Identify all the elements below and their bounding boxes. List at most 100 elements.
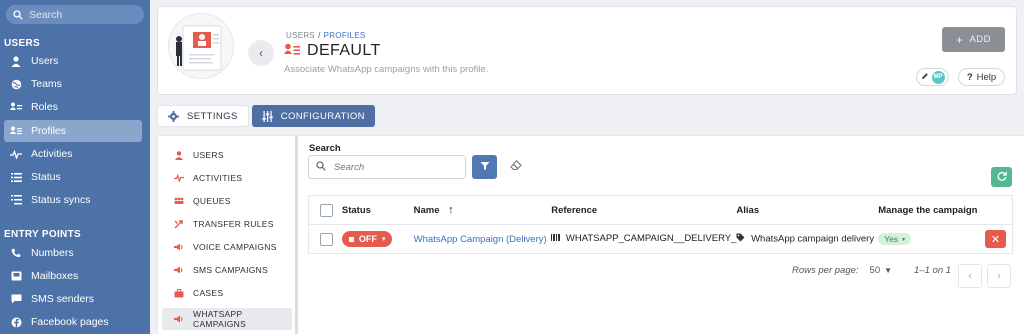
facebook-icon [10,316,22,328]
manage-cell: Yes ▾ [878,225,985,254]
whatsapp-campaign-icon [174,315,184,323]
subnav-item-transfer-rules[interactable]: TRANSFER RULES [162,213,292,235]
back-button[interactable]: ‹ [248,40,274,66]
stop-square-icon [348,236,354,242]
roles-icon [10,101,22,113]
column-manage-campaign[interactable]: Manage the campaign [878,195,985,225]
sidebar-item-users[interactable]: Users [4,50,142,72]
sidebar-item-label: Profiles [31,125,67,137]
table-row: OFF ▾ WhatsApp Campaign (Delivery) WHATS… [309,225,1013,254]
sidebar-item-label: Teams [31,78,62,90]
person-icon [174,150,184,160]
add-button[interactable]: + ADD [942,27,1005,52]
subnav-item-label: USERS [193,150,224,160]
chevron-down-icon: ▾ [381,236,386,243]
subnav-item-queues[interactable]: QUEUES [162,190,292,212]
activity-pulse-icon [174,174,184,182]
breadcrumb: USERS / PROFILES [286,31,366,40]
pencil-icon [921,71,929,83]
sidebar-item-mailboxes[interactable]: Mailboxes [4,265,142,287]
sidebar-item-label: Facebook pages [31,316,109,328]
help-button[interactable]: ? Help [958,68,1005,86]
subnav-item-users[interactable]: USERS [162,144,292,166]
sidebar-search[interactable]: Search [6,5,144,24]
tab-configuration[interactable]: CONFIGURATION [251,105,375,127]
sidebar-item-teams[interactable]: Teams [4,73,142,95]
sidebar-item-facebook-pages[interactable]: Facebook pages [4,311,142,333]
column-reference[interactable]: Reference [551,195,737,225]
manage-campaign-value: Yes [884,234,899,244]
rows-per-page-select[interactable]: 50 ▼ [870,265,893,276]
profile-card-icon [284,43,300,59]
search-input[interactable] [334,161,454,173]
tab-settings[interactable]: SETTINGS [157,105,249,127]
search-field[interactable] [308,155,466,179]
manage-campaign-dropdown[interactable]: Yes ▾ [878,233,912,245]
sidebar-item-label: Numbers [31,247,74,259]
sidebar-item-activities[interactable]: Activities [4,143,142,165]
subnav-item-label: CASES [193,288,224,298]
rows-per-page-label: Rows per page: [792,265,859,276]
section-users-heading: USERS [4,38,40,49]
previous-page-button[interactable]: ‹ [958,264,982,288]
subnav-item-sms-campaigns[interactable]: SMS CAMPAIGNS [162,259,292,281]
pagination: Rows per page: 50 ▼ 1–1 on 1 [792,265,951,276]
breadcrumb-users-link[interactable]: USERS [286,31,315,40]
sidebar-item-status[interactable]: Status [4,166,142,188]
search-label: Search [309,143,341,154]
sidebar-item-numbers[interactable]: Numbers [4,242,142,264]
sidebar-item-roles[interactable]: Roles [4,96,142,118]
gear-icon [168,110,179,122]
refresh-button[interactable] [991,167,1012,187]
configuration-panel: USERS ACTIVITIES QUEUES TRANSFER RULES V… [157,135,1024,334]
sidebar-item-label: Status [31,171,61,183]
campaigns-table: Status Name ↑ Reference Alias Manage the… [308,195,1013,254]
table-header-row: Status Name ↑ Reference Alias Manage the… [308,195,1013,225]
campaign-name-link[interactable]: WhatsApp Campaign (Delivery) [414,234,547,245]
chevron-right-icon: › [997,270,1001,282]
rows-per-page-value: 50 [869,265,881,276]
activity-pulse-icon [10,148,22,160]
page-title: DEFAULT [307,42,381,59]
filter-button[interactable] [472,155,497,179]
breadcrumb-profiles-link[interactable]: PROFILES [324,31,366,40]
queues-icon [174,197,184,205]
sidebar-item-label: Users [31,55,59,67]
transfer-icon [174,219,184,229]
subnav-item-voice-campaigns[interactable]: VOICE CAMPAIGNS [162,236,292,258]
reference-value: WHATSAPP_CAMPAIGN__DELIVERY_ [565,233,737,245]
sidebar-item-status-syncs[interactable]: Status syncs [4,189,142,211]
sidebar-item-sms-senders[interactable]: SMS senders [4,288,142,310]
sidebar-item-label: Mailboxes [31,270,79,282]
sidebar-search-placeholder: Search [29,8,63,21]
search-icon [316,160,326,174]
barcode-icon [551,233,561,244]
search-icon [13,9,23,20]
reference-cell: WHATSAPP_CAMPAIGN__DELIVERY_ [551,225,736,254]
column-name[interactable]: Name ↑ [413,195,552,225]
tab-settings-label: SETTINGS [187,110,238,122]
column-alias[interactable]: Alias [736,195,879,225]
mailbox-icon [10,270,22,282]
remove-row-button[interactable]: ✕ [985,230,1006,248]
chevron-down-icon: ▾ [902,236,906,243]
name-cell: WhatsApp Campaign (Delivery) [414,225,552,254]
question-icon: ? [966,71,973,83]
clear-filters-button[interactable] [509,159,523,174]
subnav-item-activities[interactable]: ACTIVITIES [162,167,292,189]
edit-assignee-chip[interactable]: MP [916,68,949,86]
profile-illustration [168,13,234,79]
close-icon: ✕ [990,233,1001,246]
next-page-button[interactable]: › [987,264,1011,288]
status-toggle-dropdown[interactable]: OFF ▾ [341,231,393,247]
sidebar-item-profiles[interactable]: Profiles [4,120,142,142]
row-checkbox[interactable] [320,232,333,246]
select-all-checkbox[interactable] [320,203,333,217]
subnav-item-label: VOICE CAMPAIGNS [193,242,277,252]
subnav-item-whatsapp-campaigns[interactable]: WHATSAPP CAMPAIGNS [162,308,292,330]
subnav-item-cases[interactable]: CASES [162,282,292,304]
refresh-icon [997,171,1007,184]
column-status[interactable]: Status [341,195,414,225]
column-actions [985,195,1013,225]
person-icon [10,55,22,67]
